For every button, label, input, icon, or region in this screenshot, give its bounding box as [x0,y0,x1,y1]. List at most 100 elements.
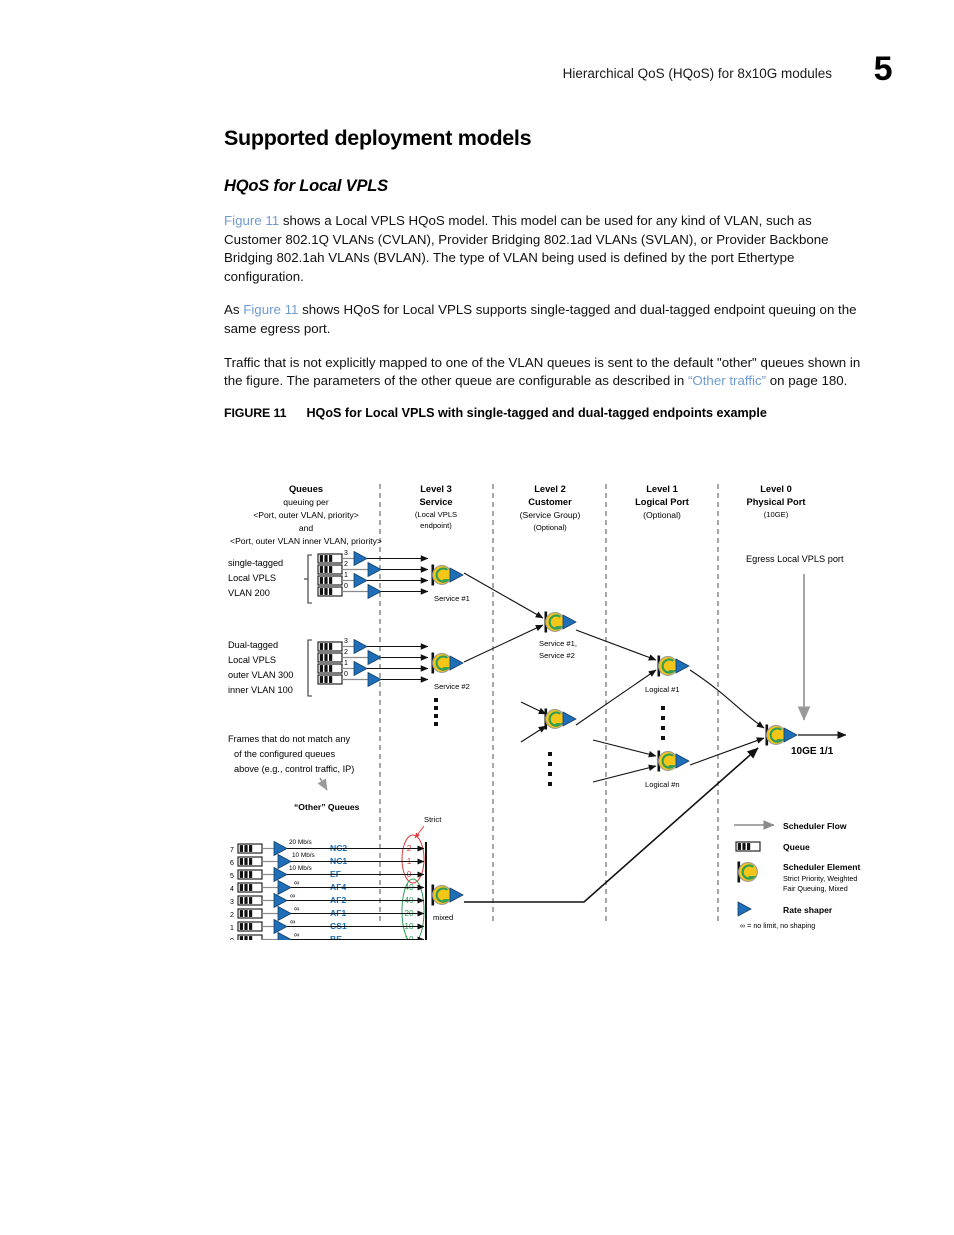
col-queues-title: Queues [289,484,323,494]
col-level1-title1: Level 1 [646,484,678,494]
scheduler-level2-first [545,612,577,633]
other-row-rate: ∞ [294,930,299,939]
figure-11-link-2[interactable]: Figure 11 [243,302,298,317]
col-level0-title2: Physical Port [747,497,806,507]
other-row-index: 1 [230,925,234,932]
col-queues-line5: <Port, outer VLAN inner VLAN, priority> [230,536,382,546]
col-level2-sub1: (Service Group) [520,510,581,520]
mixed-label: mixed [433,913,453,922]
scheduler-service-1 [432,565,464,586]
strict-label: Strict [424,815,442,824]
col-level0-sub1: (10GE) [764,510,789,519]
legend-scheduler-flow-label: Scheduler Flow [783,821,847,831]
level3-ellipsis [434,698,438,726]
other-row-rate: 20 Mb/s [289,839,312,846]
figure-legend: Scheduler Flow Queue Scheduler Element S… [734,820,861,930]
single-tagged-line2: Local VPLS [228,573,276,583]
dual-queue-prio-3: 3 [344,638,348,645]
legend-scheduler-element-sub1: Strict Priority, Weighted [783,874,857,883]
single-tagged-line1: single-tagged [228,558,283,568]
col-level3-sub1: (Local VPLS [415,510,457,519]
level2-group: Service #1, Service #2 [463,572,577,786]
other-row-index: 6 [230,860,234,867]
other-row-index: 0 [230,938,234,940]
single-tagged-line3: VLAN 200 [228,588,270,598]
other-queue-row: 4 ∞ AF4 40 [230,878,425,895]
paragraph-2: As Figure 11 shows HQoS for Local VPLS s… [224,301,872,338]
level1-ellipsis [661,706,665,740]
level2-label-line1: Service #1, [539,639,577,648]
other-row-rate: 10 Mb/s [292,852,315,859]
other-note-line1: Frames that do not match any [228,734,350,744]
paragraph-3: Traffic that is not explicitly mapped to… [224,354,872,391]
col-level0-title1: Level 0 [760,484,792,494]
other-row-index: 4 [230,886,234,893]
figure-caption: FIGURE 11 HQoS for Local VPLS with single… [224,406,872,420]
col-level3-title1: Level 3 [420,484,452,494]
paragraph-1: Figure 11 shows a Local VPLS HQoS model.… [224,212,872,286]
dual-tagged-line2: Local VPLS [228,655,276,665]
other-row-index: 2 [230,912,234,919]
col-queues-line3: <Port, outer VLAN, priority> [253,510,359,520]
other-queue-rows: 7 20 Mb/s NC2 2 6 10 Mb/s NC1 [230,839,425,940]
legend-footnote: ∞ = no limit, no shaping [740,921,815,930]
dual-queue-prio-2: 2 [344,649,348,656]
col-level1-title2: Logical Port [635,497,689,507]
legend-scheduler-element-label: Scheduler Element [783,862,861,872]
running-header: Hierarchical QoS (HQoS) for 8x10G module… [0,50,954,98]
logical-last-label: Logical #n [645,780,680,789]
other-queues-heading: “Other” Queues [294,802,360,812]
other-queue-row: 6 10 Mb/s NC1 1 [230,852,425,869]
col-level2-sub2: (Optional) [533,523,567,532]
egress-note: Egress Local VPLS port [746,554,844,564]
col-level3-sub2: endpoint) [420,521,452,530]
column-dividers [379,484,719,922]
paragraph-1-text: shows a Local VPLS HQoS model. This mode… [224,213,829,284]
other-queue-row: 3 ∞ AF2 40 [230,891,425,908]
legend-queue-label: Queue [783,842,810,852]
figure-11-link-1[interactable]: Figure 11 [224,213,279,228]
other-queue-row: 2 ∞ AF1 20 [230,904,425,921]
other-row-rate: 10 Mb/s [289,865,312,872]
document-page: Hierarchical QoS (HQoS) for 8x10G module… [0,0,954,1235]
scheduler-logical-1 [658,656,690,677]
level1-group: Logical #1 Logical #n [575,629,690,789]
logical-first-label: Logical #1 [645,685,680,694]
other-row-index: 7 [230,847,234,854]
col-queues-line2: queuing per [283,497,329,507]
other-traffic-link[interactable]: “Other traffic” [688,373,766,388]
section-title: Supported deployment models [224,126,532,150]
scheduler-logical-n [658,751,690,772]
single-queue-prio-1: 1 [344,572,348,579]
col-level2-title2: Customer [528,497,572,507]
other-note-line3: above (e.g., control traffic, IP) [234,764,354,774]
single-queue-prio-2: 2 [344,561,348,568]
single-queue-prio-3: 3 [344,550,348,557]
page-number: 5 [873,50,893,88]
col-level3-title2: Service [419,497,452,507]
other-note-line2: of the configured queues [234,749,336,759]
paragraph-3-text: on page 180. [766,373,848,389]
other-queue-row: 5 10 Mb/s EF 0 [230,865,425,882]
other-row-index: 3 [230,899,234,906]
level2-label-line2: Service #2 [539,651,575,660]
other-queue-row: 1 ∞ CS1 10 [230,917,425,934]
paragraph-2-pre: As [224,302,244,318]
other-row-rate: ∞ [294,904,299,913]
legend-scheduler-element-sub2: Fair Queuing, Mixed [783,884,848,893]
running-header-title: Hierarchical QoS (HQoS) for 8x10G module… [562,66,832,81]
scheduler-physical-port [766,725,798,746]
scheduler-service-2 [432,653,464,674]
col-queues-line4: and [299,523,314,533]
figure-11-diagram: Queues queuing per <Port, outer VLAN, pr… [228,470,934,940]
level2-ellipsis [548,752,552,786]
text-column: Supported deployment models HQoS for Loc… [224,126,872,420]
other-row-rate: ∞ [290,891,295,900]
dual-tagged-group: Dual-tagged Local VPLS outer VLAN 300 in… [228,638,470,726]
other-queues-note: Frames that do not match any of the conf… [228,734,360,812]
dual-tagged-line4: inner VLAN 100 [228,685,293,695]
other-row-rate: ∞ [294,878,299,887]
single-tagged-group: single-tagged Local VPLS VLAN 200 3 2 1 … [228,550,470,604]
other-row-index: 5 [230,873,234,880]
subsection-title: HQoS for Local VPLS [224,177,388,195]
